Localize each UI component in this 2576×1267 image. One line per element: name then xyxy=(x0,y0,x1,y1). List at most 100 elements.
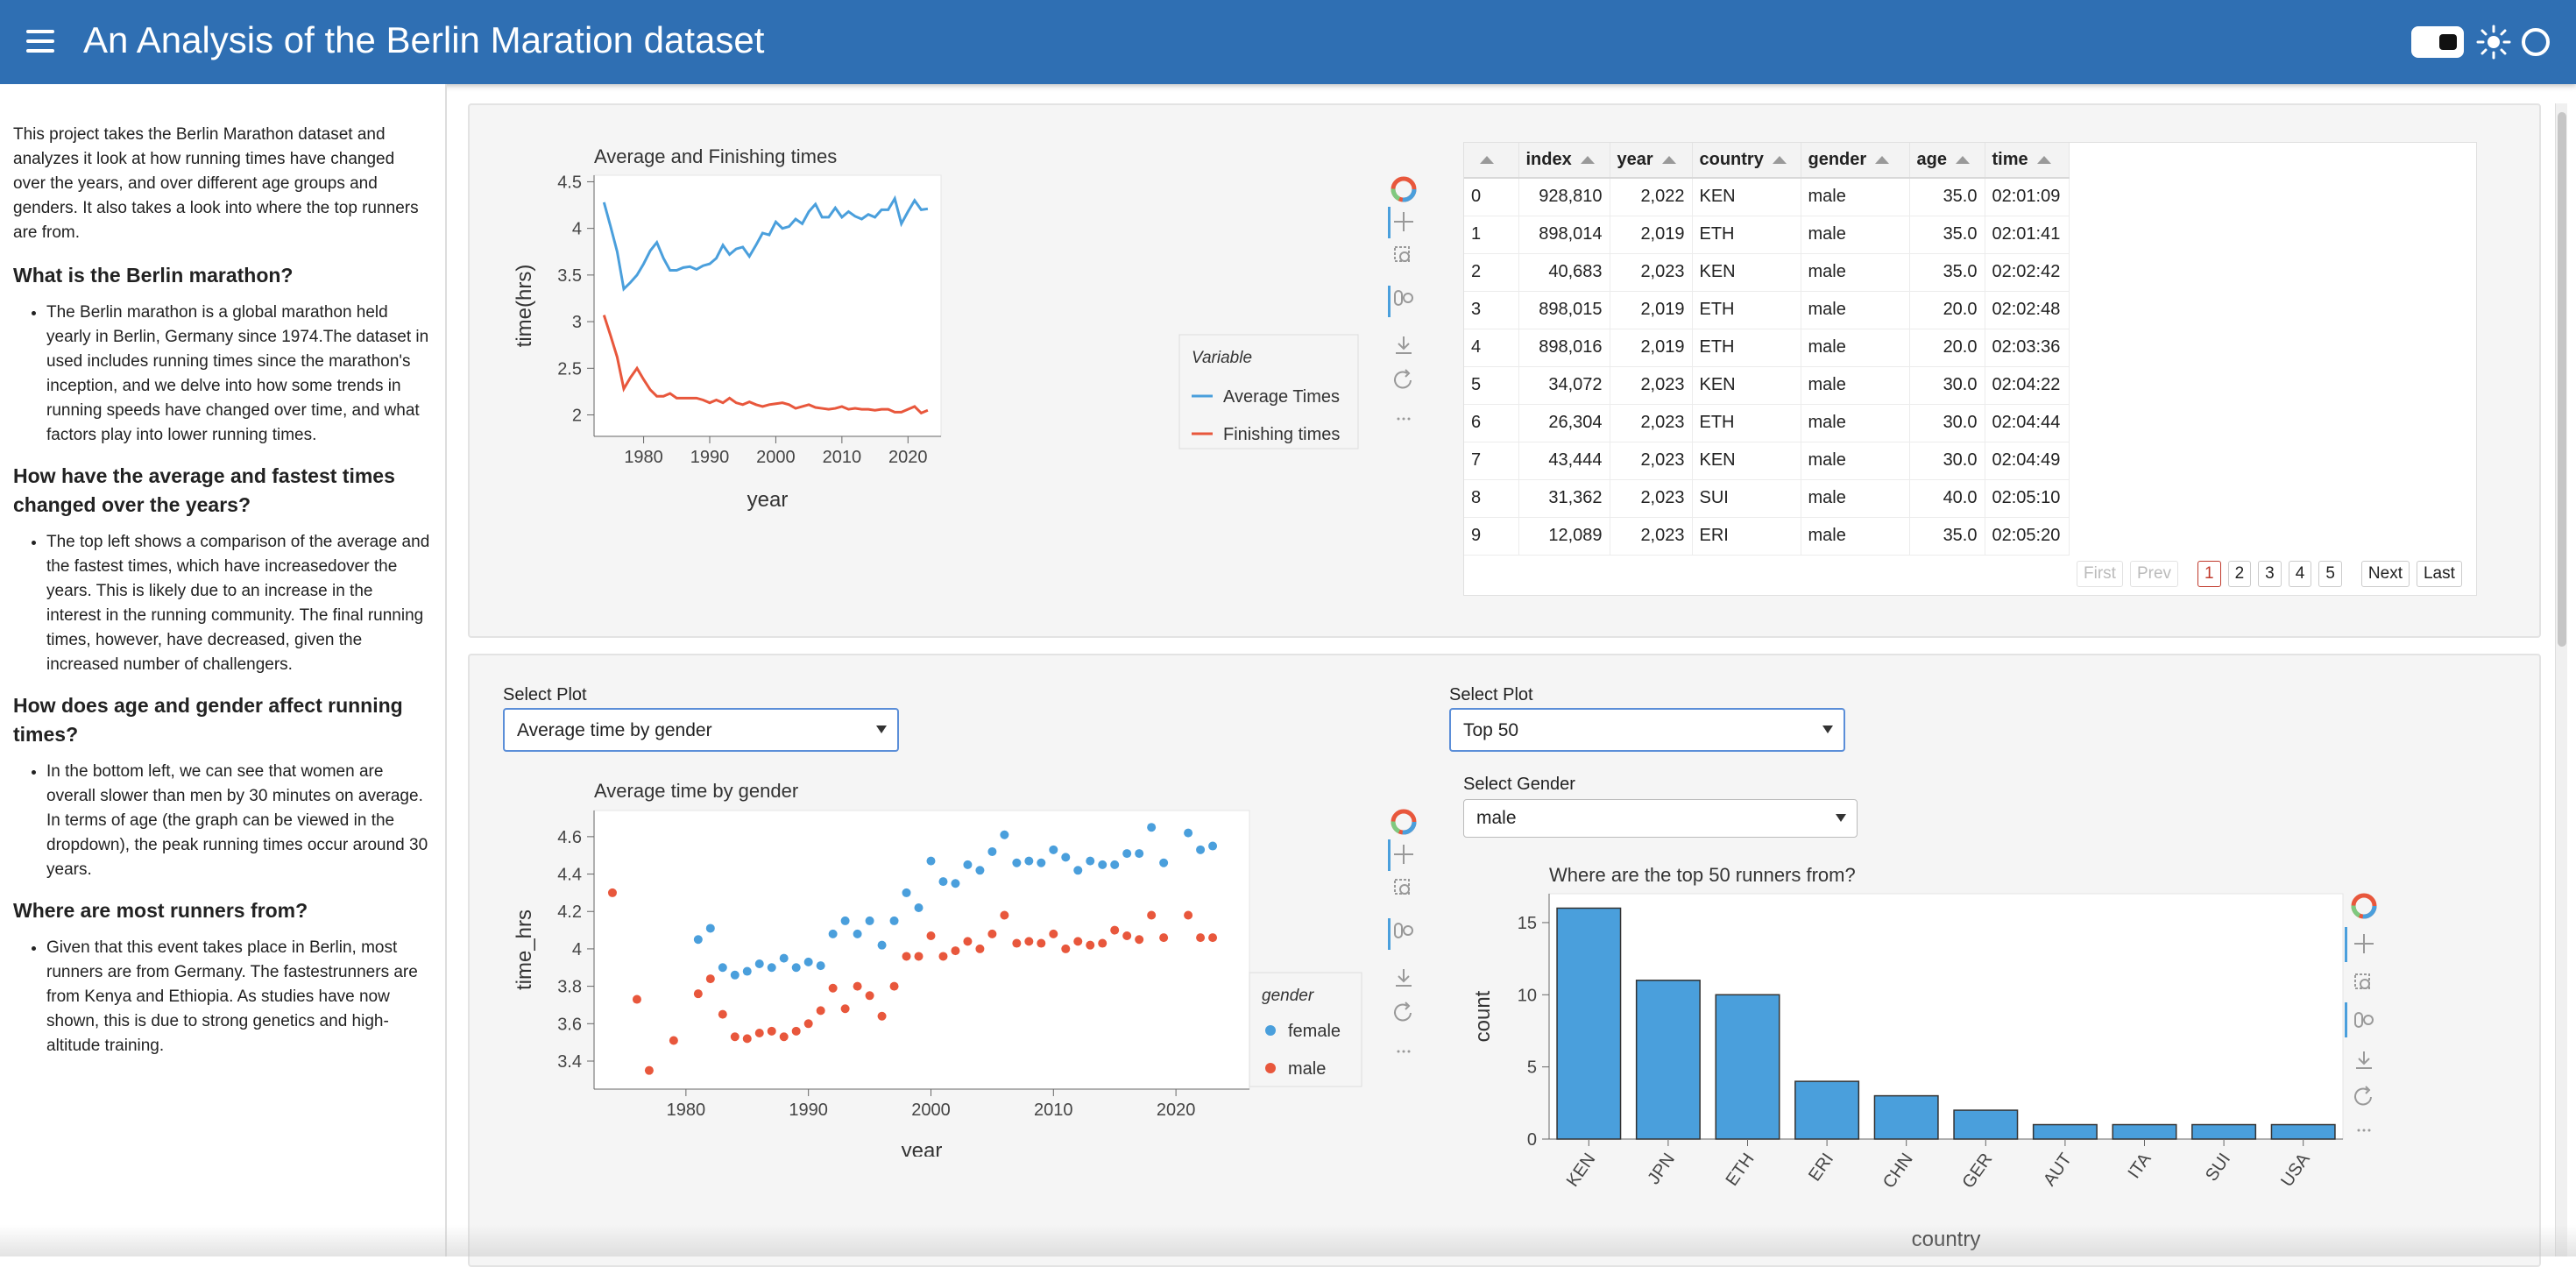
more-icon[interactable] xyxy=(1397,1050,1411,1053)
sun-icon[interactable] xyxy=(2476,25,2511,60)
table-row[interactable]: 3 898,015 2,019 ETH male 20.0 02:02:48 xyxy=(1464,291,2070,329)
x-tick-label: 1980 xyxy=(624,448,663,467)
table-row[interactable]: 5 34,072 2,023 KEN male 30.0 02:04:22 xyxy=(1464,366,2070,405)
sort-icon[interactable] xyxy=(2036,156,2051,165)
bar xyxy=(1873,1094,1939,1140)
table-row[interactable]: 7 43,444 2,023 KEN male 30.0 02:04:49 xyxy=(1464,442,2070,480)
wheel-zoom-icon[interactable] xyxy=(2354,1012,2374,1028)
right-plot-select[interactable]: Top 50 xyxy=(1449,708,1845,752)
menu-icon[interactable] xyxy=(26,30,54,53)
plot-area[interactable] xyxy=(593,174,942,437)
bokeh-logo-icon[interactable] xyxy=(1391,176,1417,202)
gender-select[interactable]: male xyxy=(1463,799,1858,838)
wheel-zoom-icon[interactable] xyxy=(1394,290,1413,306)
chart-toolbar[interactable] xyxy=(1388,806,1423,1060)
more-icon[interactable] xyxy=(1397,417,1411,421)
sort-icon[interactable] xyxy=(1772,156,1787,165)
sort-icon[interactable] xyxy=(1661,156,1676,165)
table-header[interactable]: country xyxy=(1692,143,1801,179)
sort-icon[interactable] xyxy=(1875,156,1890,165)
reset-icon[interactable] xyxy=(1394,369,1412,389)
table-header[interactable]: time xyxy=(1985,143,2070,179)
first-page-button[interactable]: First xyxy=(2077,561,2123,587)
table-row[interactable]: 9 12,089 2,023 ERI male 35.0 02:05:20 xyxy=(1464,517,2070,556)
chart-toolbar[interactable] xyxy=(2345,890,2380,1144)
box-zoom-icon[interactable] xyxy=(1394,246,1410,262)
table-cell: 02:02:48 xyxy=(1985,291,2070,329)
next-page-button[interactable]: Next xyxy=(2360,561,2410,587)
save-icon[interactable] xyxy=(1396,336,1412,354)
page-button[interactable]: 5 xyxy=(2318,561,2342,587)
scatter-point xyxy=(987,929,997,938)
scatter-point xyxy=(705,974,715,984)
table-row[interactable]: 1 898,014 2,019 ETH male 35.0 02:01:41 xyxy=(1464,216,2070,254)
table-cell: 20.0 xyxy=(1909,329,1985,367)
scatter-point xyxy=(853,981,862,991)
y-tick-label: 4.2 xyxy=(557,902,582,922)
table-row[interactable]: 4 898,016 2,019 ETH male 20.0 02:03:36 xyxy=(1464,329,2070,367)
reset-icon[interactable] xyxy=(2354,1086,2372,1106)
scatter-point xyxy=(1073,937,1083,946)
legend-label[interactable]: Average Times xyxy=(1223,387,1340,407)
legend-label[interactable]: male xyxy=(1288,1059,1326,1079)
bokeh-logo-icon[interactable] xyxy=(1391,809,1417,835)
table-cell: 2,023 xyxy=(1610,404,1693,442)
wheel-zoom-icon[interactable] xyxy=(1394,923,1413,938)
table-header[interactable]: year xyxy=(1610,143,1693,179)
table-cell: 30.0 xyxy=(1909,366,1985,405)
main-scrollbar[interactable] xyxy=(2555,103,2567,1256)
moon-icon[interactable] xyxy=(2522,28,2550,56)
table-row[interactable]: 2 40,683 2,023 KEN male 35.0 02:02:42 xyxy=(1464,253,2070,292)
theme-toggle[interactable] xyxy=(2411,26,2464,58)
y-tick-label: 3.8 xyxy=(557,978,582,997)
last-page-button[interactable]: Last xyxy=(2416,561,2462,587)
scatter-point xyxy=(693,935,703,945)
legend-label[interactable]: Finishing times xyxy=(1223,425,1340,444)
box-zoom-icon[interactable] xyxy=(1394,879,1410,895)
table-cell: 2,023 xyxy=(1610,517,1693,556)
reset-icon[interactable] xyxy=(1394,1002,1412,1022)
table-row[interactable]: 0 928,810 2,022 KEN male 35.0 02:01:09 xyxy=(1464,178,2070,216)
scatter-point xyxy=(791,1026,801,1036)
scatter-point xyxy=(914,902,924,912)
section-bullet: The top left shows a comparison of the a… xyxy=(46,530,431,677)
save-icon[interactable] xyxy=(1396,969,1412,987)
plot-area[interactable] xyxy=(593,810,1250,1090)
pan-icon[interactable] xyxy=(1394,212,1413,231)
table-header[interactable] xyxy=(1464,143,1519,179)
table-row[interactable]: 6 26,304 2,023 ETH male 30.0 02:04:44 xyxy=(1464,404,2070,442)
page-button[interactable]: 3 xyxy=(2258,561,2282,587)
x-tick-label: ERI xyxy=(1805,1150,1837,1185)
left-plot-select[interactable]: Average time by gender xyxy=(503,708,899,752)
sort-icon[interactable] xyxy=(1580,156,1595,165)
scatter-point xyxy=(693,989,703,999)
sort-icon[interactable] xyxy=(1955,156,1970,165)
legend-label[interactable]: female xyxy=(1288,1022,1341,1041)
y-axis-label: time(hrs) xyxy=(513,265,536,348)
x-tick-label: SUI xyxy=(2202,1150,2234,1185)
legend-swatch xyxy=(1265,1063,1276,1073)
page-button[interactable]: 1 xyxy=(2197,561,2221,587)
pan-icon[interactable] xyxy=(1394,845,1413,864)
table-cell: 02:02:42 xyxy=(1985,253,2070,292)
bokeh-logo-icon[interactable] xyxy=(2351,893,2377,919)
y-tick-label: 3.6 xyxy=(557,1015,582,1034)
table-header[interactable]: gender xyxy=(1801,143,1910,179)
table-row[interactable]: 8 31,362 2,023 SUI male 40.0 02:05:10 xyxy=(1464,479,2070,518)
page-button[interactable]: 2 xyxy=(2227,561,2252,587)
table-header[interactable]: age xyxy=(1909,143,1985,179)
table-cell: 40,683 xyxy=(1518,253,1610,292)
page-button[interactable]: 4 xyxy=(2288,561,2312,587)
more-icon[interactable] xyxy=(2357,1129,2371,1132)
table-cell: ERI xyxy=(1692,517,1801,556)
box-zoom-icon[interactable] xyxy=(2354,973,2370,989)
table-cell: 30.0 xyxy=(1909,404,1985,442)
prev-page-button[interactable]: Prev xyxy=(2129,561,2179,587)
chart-toolbar[interactable] xyxy=(1388,173,1423,428)
table-header[interactable]: index xyxy=(1518,143,1610,179)
pan-icon[interactable] xyxy=(2354,934,2374,953)
table-cell: male xyxy=(1801,366,1910,405)
save-icon[interactable] xyxy=(2356,1051,2372,1069)
table-cell: 02:04:44 xyxy=(1985,404,2070,442)
sort-icon[interactable] xyxy=(1480,156,1494,165)
